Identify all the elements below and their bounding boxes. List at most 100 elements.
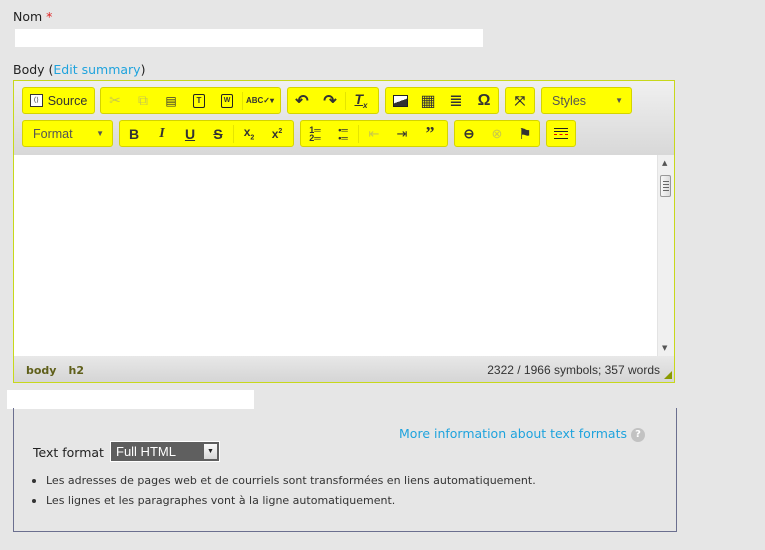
special-char-button[interactable]: Ω [470, 88, 498, 113]
omega-icon: Ω [477, 91, 491, 109]
path-item-h2[interactable]: h2 [68, 364, 84, 377]
source-icon: ⟨⟩ [29, 94, 43, 107]
maximize-icon: ⤧ [514, 92, 526, 108]
unlink-icon: ⊗ [491, 125, 503, 141]
superscript-icon: x2 [271, 126, 283, 141]
link-button[interactable]: ⊖ [455, 121, 483, 146]
blockquote-icon: ” [425, 123, 435, 143]
spellcheck-icon: ABC✓▾ [245, 96, 275, 105]
strikethrough-icon: S [213, 125, 223, 142]
underline-button[interactable]: U [176, 121, 204, 146]
paste-button[interactable]: ▤ [157, 88, 185, 113]
outdent-icon: ⇤ [368, 125, 380, 141]
unlink-button[interactable]: ⊗ [483, 121, 511, 146]
help-icon[interactable]: ? [631, 427, 645, 442]
editor-footer: body h2 2322 / 1966 symbols; 357 words [14, 356, 674, 382]
required-marker: * [46, 9, 53, 24]
styles-group: Styles ▼ [541, 87, 632, 114]
source-button[interactable]: ⟨⟩ Source [23, 88, 94, 113]
redo-icon: ↷ [323, 92, 337, 110]
horizontal-line-icon: ≣ [449, 92, 463, 110]
text-format-tips: Les adresses de pages web et de courriel… [31, 474, 536, 514]
editor-scrollbar[interactable]: ▲ ▼ [657, 155, 674, 356]
underline-icon: U [184, 125, 196, 142]
summary-field [7, 390, 254, 409]
format-group: Format ▼ [22, 120, 113, 147]
maximize-button[interactable]: ⤧ [506, 88, 534, 113]
cut-button[interactable]: ✂ [101, 88, 129, 113]
tip-item: Les adresses de pages web et de courriel… [31, 474, 536, 488]
indent-icon: ⇥ [396, 125, 408, 141]
rich-text-editor: ⟨⟩ Source ✂ ⧉ ▤ T W ABC✓▾ ↶ ↷ Tx ▦ ≣ Ω ⤧ [13, 80, 675, 383]
links-group: ⊖ ⊗ ⚑ [454, 120, 540, 147]
superscript-button[interactable]: x2 [263, 121, 291, 146]
remove-format-icon: Tx [354, 91, 368, 110]
scroll-down-icon[interactable]: ▼ [662, 344, 667, 352]
bulleted-list-button[interactable]: •═ •═ [329, 121, 357, 146]
source-group: ⟨⟩ Source [22, 87, 95, 114]
copy-button[interactable]: ⧉ [129, 88, 157, 113]
undo-icon: ↶ [295, 92, 309, 110]
body-label-text: Body ( [13, 62, 54, 77]
path-item-body[interactable]: body [26, 364, 56, 377]
blockquote-button[interactable]: ” [416, 121, 444, 146]
undo-button[interactable]: ↶ [288, 88, 316, 113]
table-button[interactable]: ▦ [414, 88, 442, 113]
chevron-down-icon: ▼ [96, 129, 104, 138]
copy-icon: ⧉ [138, 92, 148, 108]
separator [345, 91, 346, 110]
anchor-button[interactable]: ⚑ [511, 121, 539, 146]
bold-icon: B [128, 125, 140, 142]
styles-label: Styles [552, 93, 587, 108]
numbered-list-icon: 1═ 2═ [309, 124, 321, 143]
link-icon: ⊖ [463, 125, 475, 141]
paste-text-icon: T [193, 93, 205, 108]
outdent-button[interactable]: ⇤ [360, 121, 388, 146]
redo-button[interactable]: ↷ [316, 88, 344, 113]
clipboard-group: ✂ ⧉ ▤ T W ABC✓▾ [100, 87, 281, 114]
indent-button[interactable]: ⇥ [388, 121, 416, 146]
strikethrough-button[interactable]: S [204, 121, 232, 146]
basic-styles-group: B I U S x2 x2 [119, 120, 294, 147]
text-format-label: Text format [33, 445, 104, 460]
chevron-down-icon: ▼ [615, 96, 623, 105]
spellcheck-button[interactable]: ABC✓▾ [244, 88, 276, 113]
body-label: Body (Edit summary) [13, 62, 145, 77]
text-format-selected: Full HTML [116, 444, 176, 459]
horizontal-line-button[interactable]: ≣ [442, 88, 470, 113]
image-button[interactable] [386, 88, 414, 113]
chevron-down-icon: ▼ [204, 444, 217, 459]
editor-content-area[interactable]: ▲ ▼ [14, 155, 674, 356]
source-label: Source [47, 93, 88, 108]
editor-toolbar: ⟨⟩ Source ✂ ⧉ ▤ T W ABC✓▾ ↶ ↷ Tx ▦ ≣ Ω ⤧ [14, 81, 674, 155]
bulleted-list-icon: •═ •═ [338, 124, 348, 143]
italic-button[interactable]: I [148, 121, 176, 146]
scroll-up-icon[interactable]: ▲ [662, 159, 667, 167]
paste-text-button[interactable]: T [185, 88, 213, 113]
separator [242, 91, 243, 110]
page-break-button[interactable] [547, 121, 575, 146]
paste-word-button[interactable]: W [213, 88, 241, 113]
resize-handle[interactable] [664, 371, 672, 379]
numbered-list-button[interactable]: 1═ 2═ [301, 121, 329, 146]
image-icon [392, 94, 408, 107]
subscript-button[interactable]: x2 [235, 121, 263, 146]
table-icon: ▦ [420, 92, 436, 110]
text-format-select[interactable]: Full HTML ▼ [110, 441, 220, 462]
separator [358, 124, 359, 143]
more-info-link[interactable]: More information about text formats [399, 426, 627, 441]
history-group: ↶ ↷ Tx [287, 87, 379, 114]
scrollbar-thumb[interactable] [660, 175, 671, 197]
format-dropdown[interactable]: Format ▼ [23, 121, 112, 146]
tools-group: ⤧ [505, 87, 535, 114]
italic-icon: I [159, 125, 165, 141]
paste-word-icon: W [221, 93, 233, 108]
bold-button[interactable]: B [120, 121, 148, 146]
insert-group: ▦ ≣ Ω [385, 87, 499, 114]
edit-summary-link[interactable]: Edit summary [53, 62, 140, 77]
styles-dropdown[interactable]: Styles ▼ [542, 88, 631, 113]
tip-item: Les lignes et les paragraphes vont à la … [31, 494, 536, 508]
nom-input[interactable] [15, 29, 483, 47]
paste-icon: ▤ [165, 93, 177, 108]
remove-format-button[interactable]: Tx [347, 88, 375, 113]
